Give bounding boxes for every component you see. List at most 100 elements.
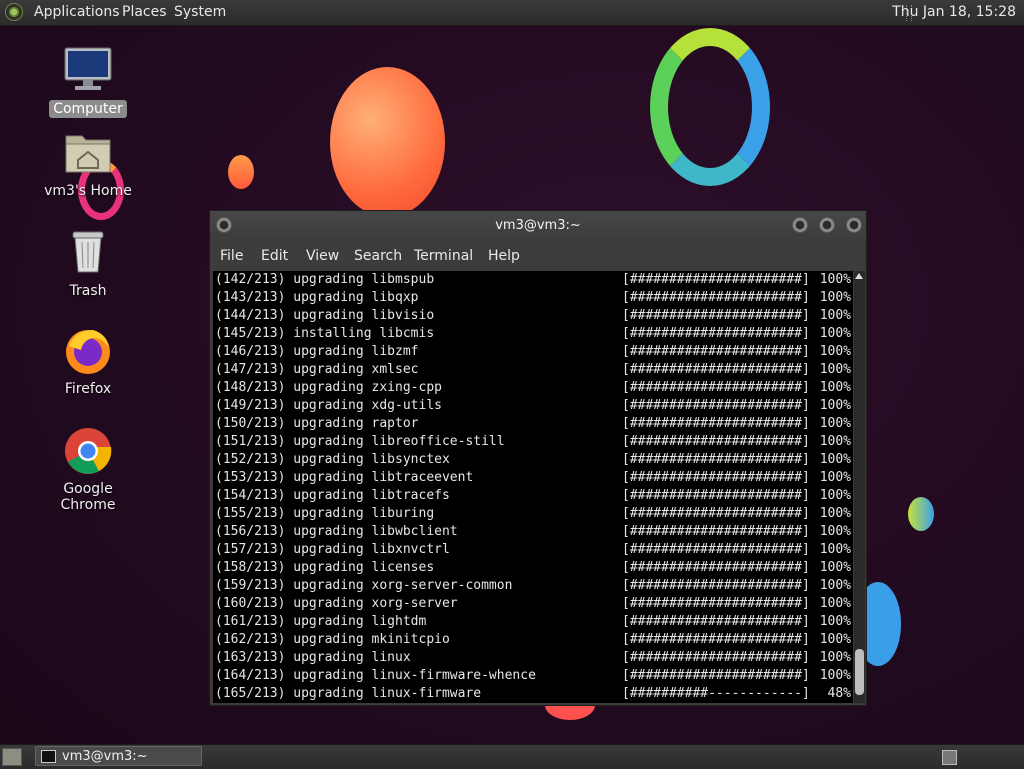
- progress-bar-text: [######################]: [622, 578, 810, 593]
- line-text: (156/213) upgrading libwbclient: [215, 524, 458, 539]
- terminal-line: (149/213) upgrading xdg-utils [##########…: [213, 397, 853, 415]
- progress-percent: 100%: [819, 596, 851, 611]
- terminal-line: (151/213) upgrading libreoffice-still [##…: [213, 433, 853, 451]
- progress-percent: 48%: [827, 686, 851, 701]
- progress-bar-text: [######################]: [622, 398, 810, 413]
- terminal-line: (156/213) upgrading libwbclient [########…: [213, 523, 853, 541]
- terminal-scrollbar[interactable]: [854, 271, 865, 703]
- terminal-titlebar[interactable]: vm3@vm3:~: [210, 211, 866, 241]
- progress-bar-text: [######################]: [622, 290, 810, 305]
- progress-bar-text: [######################]: [622, 632, 810, 647]
- line-text: (164/213) upgrading linux-firmware-whenc…: [215, 668, 536, 683]
- menu-edit[interactable]: Edit: [261, 248, 288, 264]
- progress-bar-text: [######################]: [622, 344, 810, 359]
- progress-bar-text: [######################]: [622, 416, 810, 431]
- wallpaper-orange-oval: [330, 67, 445, 217]
- terminal-line: (159/213) upgrading xorg-server-common [#…: [213, 577, 853, 595]
- chrome-icon: [63, 426, 113, 476]
- terminal-line: (162/213) upgrading mkinitcpio [#########…: [213, 631, 853, 649]
- terminal-line: (142/213) upgrading libmspub [###########…: [213, 271, 853, 289]
- places-menu[interactable]: Places: [122, 4, 167, 20]
- line-text: (163/213) upgrading linux: [215, 650, 411, 665]
- terminal-line: (165/213) upgrading linux-firmware [#####…: [213, 685, 853, 703]
- progress-bar-text: [######################]: [622, 506, 810, 521]
- progress-percent: 100%: [819, 290, 851, 305]
- progress-bar-text: [######################]: [622, 560, 810, 575]
- progress-bar-text: [######################]: [622, 668, 810, 683]
- line-text: (155/213) upgrading liburing: [215, 506, 435, 521]
- show-desktop-icon[interactable]: [2, 748, 22, 766]
- window-title: vm3@vm3:~: [495, 218, 581, 233]
- computer-icon: [63, 46, 113, 96]
- desktop-icon-firefox[interactable]: Firefox: [38, 326, 138, 398]
- desktop-icon-label: Computer: [49, 100, 127, 118]
- workspace-switcher[interactable]: [942, 750, 957, 765]
- terminal-window: vm3@vm3:~ File Edit View Search Terminal…: [209, 210, 867, 706]
- terminal-line: (158/213) upgrading licenses [###########…: [213, 559, 853, 577]
- applications-menu[interactable]: Applications: [34, 4, 120, 20]
- terminal-output[interactable]: (142/213) upgrading libmspub [###########…: [213, 271, 853, 703]
- progress-bar-text: [######################]: [622, 452, 810, 467]
- progress-bar-text: [##########------------]: [622, 686, 810, 701]
- clock[interactable]: Thu Jan 18, 15:28: [892, 4, 1016, 20]
- desktop-icon-trash[interactable]: Trash: [38, 228, 138, 300]
- progress-percent: 100%: [819, 308, 851, 323]
- progress-percent: 100%: [819, 398, 851, 413]
- terminal-line: (157/213) upgrading libxnvctrl [#########…: [213, 541, 853, 559]
- progress-bar-text: [######################]: [622, 524, 810, 539]
- system-menu[interactable]: System: [174, 4, 226, 20]
- scroll-up-icon[interactable]: [855, 273, 863, 279]
- bottom-panel: vm3@vm3:~: [0, 744, 1024, 769]
- line-text: (152/213) upgrading libsynctex: [215, 452, 450, 467]
- minimize-button[interactable]: [792, 217, 808, 233]
- progress-bar-text: [######################]: [622, 362, 810, 377]
- progress-percent: 100%: [819, 650, 851, 665]
- terminal-line: (163/213) upgrading linux [##############…: [213, 649, 853, 667]
- terminal-line: (150/213) upgrading raptor [#############…: [213, 415, 853, 433]
- line-text: (148/213) upgrading zxing-cpp: [215, 380, 442, 395]
- progress-bar-text: [######################]: [622, 470, 810, 485]
- progress-percent: 100%: [819, 326, 851, 341]
- progress-percent: 100%: [819, 416, 851, 431]
- system-menu-logo-icon[interactable]: [5, 3, 23, 21]
- top-panel: Applications Places System Thu Jan 18, 1…: [0, 0, 1024, 26]
- desktop-icon-home[interactable]: vm3's Home: [38, 128, 138, 200]
- menu-file[interactable]: File: [220, 248, 243, 264]
- progress-percent: 100%: [819, 470, 851, 485]
- menu-view[interactable]: View: [306, 248, 339, 264]
- taskbar-label: vm3@vm3:~: [62, 749, 148, 764]
- menu-help[interactable]: Help: [488, 248, 520, 264]
- desktop-icon-label: Trash: [69, 283, 107, 299]
- terminal-line: (148/213) upgrading zxing-cpp [##########…: [213, 379, 853, 397]
- progress-percent: 100%: [819, 614, 851, 629]
- progress-percent: 100%: [819, 578, 851, 593]
- progress-percent: 100%: [819, 542, 851, 557]
- progress-percent: 100%: [819, 632, 851, 647]
- desktop-icon-chrome[interactable]: Google Chrome: [38, 426, 138, 514]
- terminal-line: (164/213) upgrading linux-firmware-whenc…: [213, 667, 853, 685]
- line-text: (149/213) upgrading xdg-utils: [215, 398, 442, 413]
- line-text: (151/213) upgrading libreoffice-still: [215, 434, 505, 449]
- desktop-icon-label: Google Chrome: [60, 481, 116, 513]
- taskbar-button-terminal[interactable]: vm3@vm3:~: [35, 746, 202, 766]
- desktop-icon-label: Firefox: [64, 381, 112, 397]
- menu-search[interactable]: Search: [354, 248, 402, 264]
- terminal-line: (147/213) upgrading xmlsec [#############…: [213, 361, 853, 379]
- scrollbar-thumb[interactable]: [855, 649, 864, 695]
- terminal-line: (143/213) upgrading libqxp [#############…: [213, 289, 853, 307]
- close-button[interactable]: [846, 217, 862, 233]
- line-text: (145/213) installing libcmis: [215, 326, 435, 341]
- progress-percent: 100%: [819, 560, 851, 575]
- terminal-line: (154/213) upgrading libtracefs [#########…: [213, 487, 853, 505]
- terminal-line: (152/213) upgrading libsynctex [#########…: [213, 451, 853, 469]
- maximize-button[interactable]: [819, 217, 835, 233]
- terminal-line: (144/213) upgrading libvisio [###########…: [213, 307, 853, 325]
- progress-percent: 100%: [819, 434, 851, 449]
- progress-bar-text: [######################]: [622, 596, 810, 611]
- line-text: (144/213) upgrading libvisio: [215, 308, 435, 323]
- line-text: (161/213) upgrading lightdm: [215, 614, 427, 629]
- menu-terminal[interactable]: Terminal: [414, 248, 473, 264]
- progress-percent: 100%: [819, 524, 851, 539]
- desktop-icon-computer[interactable]: Computer: [38, 46, 138, 118]
- progress-bar-text: [######################]: [622, 272, 810, 287]
